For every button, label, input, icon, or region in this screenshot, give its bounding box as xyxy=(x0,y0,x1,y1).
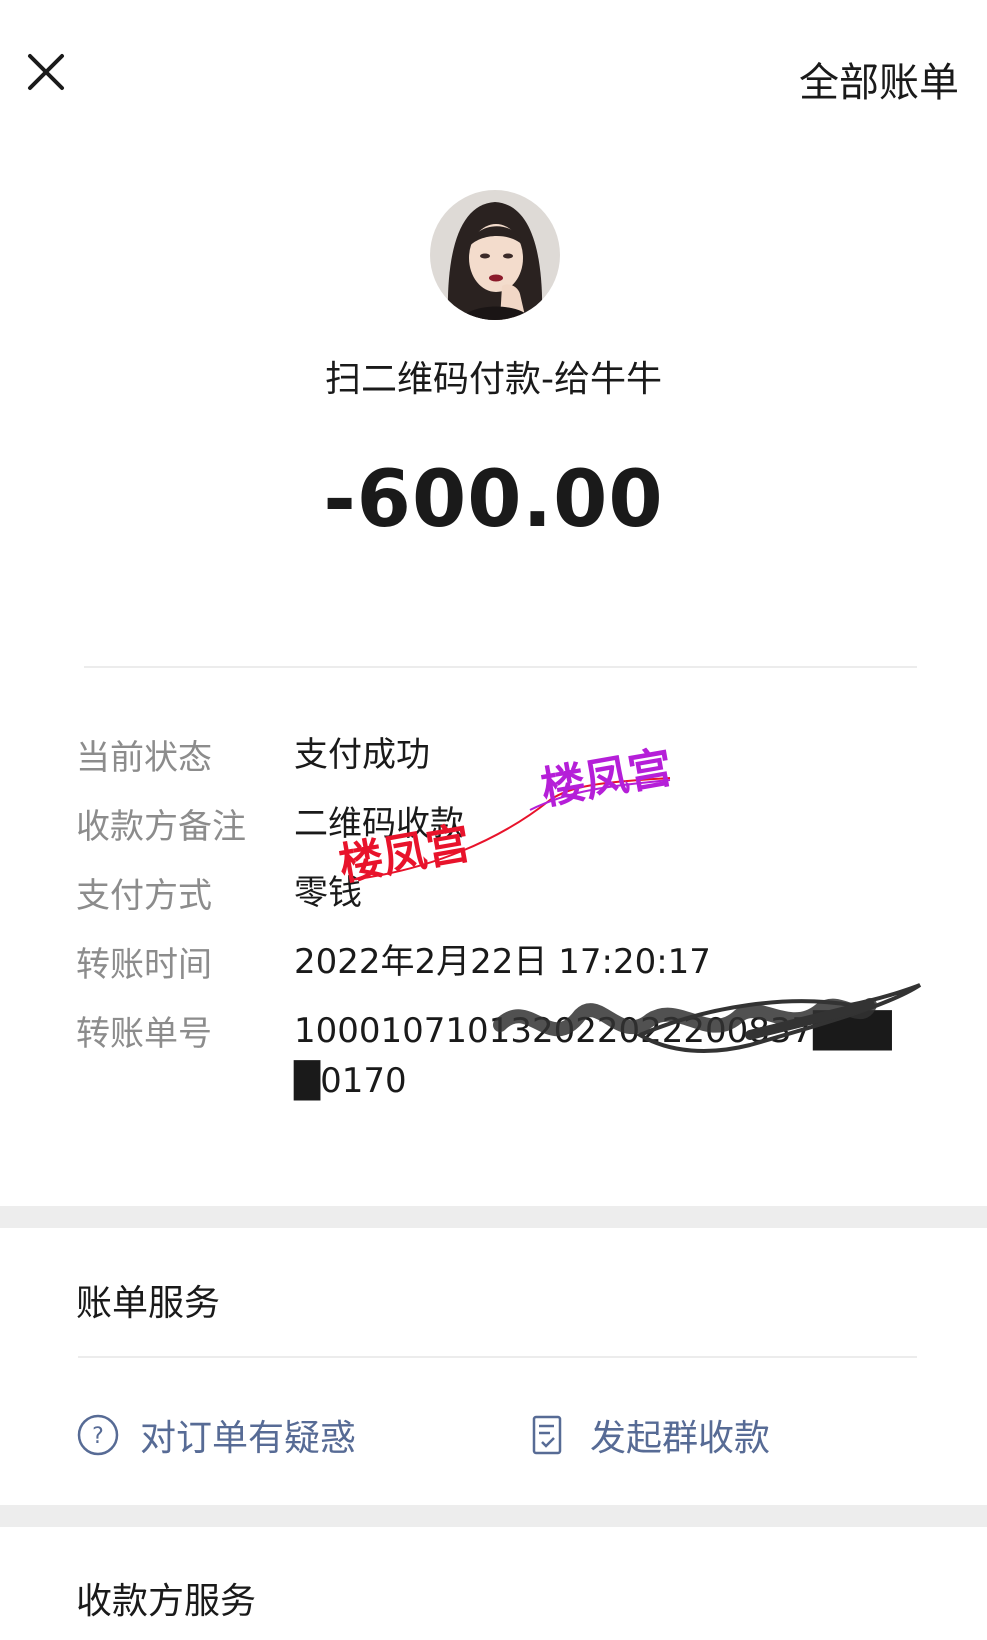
avatar xyxy=(430,190,560,320)
section-separator xyxy=(0,1505,987,1527)
divider xyxy=(84,666,917,668)
detail-value: 二维码收款 xyxy=(294,804,464,844)
detail-label: 收款方备注 xyxy=(76,807,246,847)
detail-value: 2022年2月22日 17:20:17 xyxy=(294,942,711,982)
question-circle-icon: ? xyxy=(77,1414,119,1456)
group-collect-label: 发起群收款 xyxy=(590,1418,771,1459)
divider xyxy=(78,1356,917,1358)
detail-label: 转账单号 xyxy=(76,1014,212,1054)
order-question-button[interactable]: ? 对订单有疑惑 xyxy=(76,1405,356,1465)
detail-value: 100010710132022022200837████0170 xyxy=(294,1011,892,1101)
bill-service-title: 账单服务 xyxy=(76,1283,221,1324)
group-collect-button[interactable]: 发起群收款 xyxy=(526,1405,770,1465)
detail-value: 零钱 xyxy=(294,873,362,913)
top-bar: 全部账单 xyxy=(0,0,987,150)
detail-label: 当前状态 xyxy=(76,738,212,778)
svg-text:?: ? xyxy=(92,1424,104,1449)
order-question-label: 对订单有疑惑 xyxy=(140,1418,357,1459)
detail-label: 支付方式 xyxy=(76,876,212,916)
group-collect-icon xyxy=(532,1415,562,1455)
close-button[interactable] xyxy=(22,48,70,96)
all-bills-link[interactable]: 全部账单 xyxy=(799,50,959,108)
payment-amount: -600.00 xyxy=(323,455,664,545)
section-separator xyxy=(0,1206,987,1228)
payee-service-title: 收款方服务 xyxy=(76,1581,257,1622)
merchant-name: 扫二维码付款-给牛牛 xyxy=(325,359,662,400)
close-icon xyxy=(28,54,64,90)
detail-value: 支付成功 xyxy=(294,735,430,775)
detail-label: 转账时间 xyxy=(76,945,212,985)
